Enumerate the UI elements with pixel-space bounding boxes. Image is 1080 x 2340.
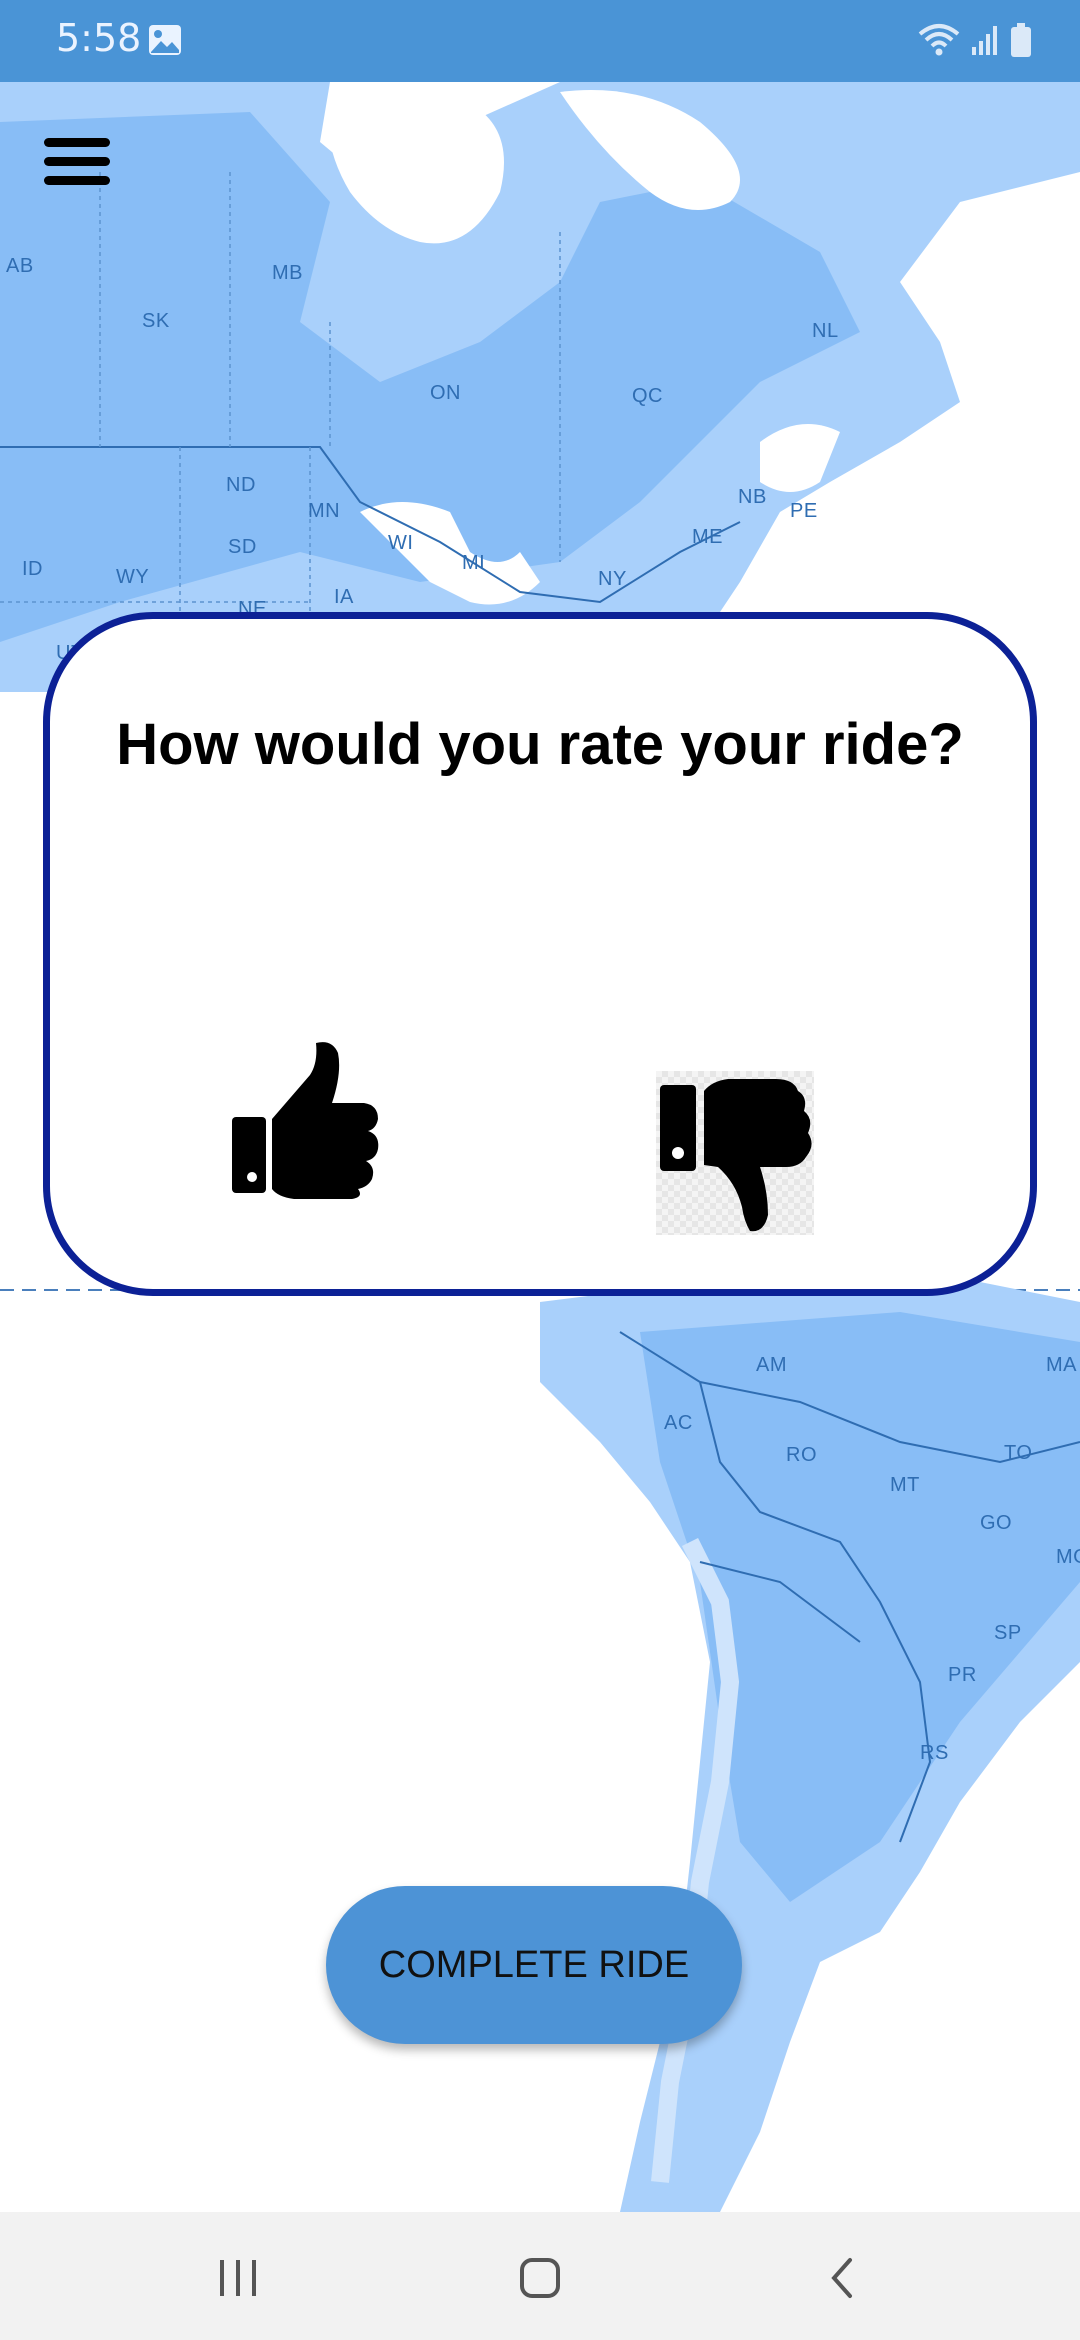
thumbs-down-icon xyxy=(660,1079,812,1232)
rating-title: How would you rate your ride? xyxy=(116,712,964,777)
map-label: MN xyxy=(308,500,341,522)
map-label: ME xyxy=(692,526,723,548)
map-label: WI xyxy=(388,532,414,554)
thumbs-up-button[interactable] xyxy=(230,1039,386,1199)
map-label: PR xyxy=(948,1664,977,1686)
signal-icon xyxy=(972,26,997,55)
map-label: ON xyxy=(430,382,461,404)
map-label: MA xyxy=(1046,1354,1077,1376)
map-label: AM xyxy=(756,1354,787,1376)
map-label: PE xyxy=(790,500,818,522)
thumbs-up-icon xyxy=(232,1042,379,1199)
map-label: TO xyxy=(1004,1442,1033,1464)
home-icon[interactable] xyxy=(510,2248,570,2308)
screen: 5:58 AB MB SK ON QC NL ND MN SD WI MI NY… xyxy=(0,0,1080,2340)
map-label: SD xyxy=(228,536,257,558)
map-label: RO xyxy=(786,1444,817,1466)
map-label: GO xyxy=(980,1512,1013,1534)
wifi-icon xyxy=(918,24,960,56)
thumbs-down-button[interactable] xyxy=(656,1071,814,1235)
menu-line xyxy=(44,176,110,185)
menu-line xyxy=(44,157,110,166)
map-label: AB xyxy=(6,255,34,277)
map-label: ND xyxy=(226,474,256,496)
status-bar: 5:58 xyxy=(0,0,1080,82)
map-label: AC xyxy=(664,1412,693,1434)
map-label: MI xyxy=(462,552,486,574)
map-label: MG xyxy=(1056,1546,1080,1568)
back-icon[interactable] xyxy=(812,2248,872,2308)
map-label: NL xyxy=(812,320,839,342)
battery-icon xyxy=(1011,23,1031,57)
map-label: SK xyxy=(142,310,170,332)
status-time: 5:58 xyxy=(56,16,142,60)
map-label: QC xyxy=(632,385,663,407)
map-label: MB xyxy=(272,262,303,284)
navigation-bar xyxy=(0,2212,1080,2340)
map-label: WY xyxy=(116,566,150,588)
complete-ride-button[interactable]: COMPLETE RIDE xyxy=(326,1886,742,2044)
map-label: SP xyxy=(994,1622,1022,1644)
map-label: ID xyxy=(22,558,43,580)
menu-line xyxy=(44,138,110,147)
rating-dialog: How would you rate your ride? xyxy=(43,612,1037,1296)
map-label: NB xyxy=(738,486,767,508)
map-label: MT xyxy=(890,1474,920,1496)
map-label: NY xyxy=(598,568,627,590)
map-label: IA xyxy=(334,586,354,608)
map-label: RS xyxy=(920,1742,949,1764)
hamburger-menu-icon[interactable] xyxy=(44,138,116,198)
status-right-icons xyxy=(918,20,1032,60)
recent-apps-icon[interactable] xyxy=(208,2248,268,2308)
image-icon xyxy=(149,25,181,55)
